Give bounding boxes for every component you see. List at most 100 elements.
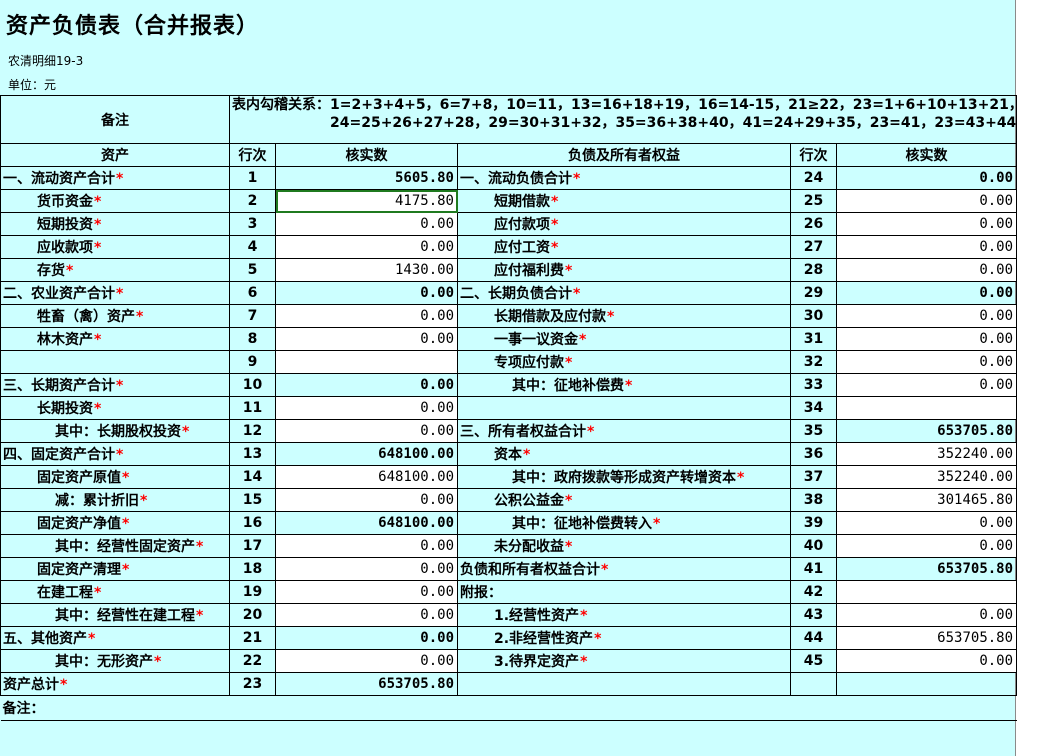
left-value-cell[interactable]: 4175.80	[275, 189, 458, 213]
right-value-cell[interactable]	[835, 672, 1018, 696]
required-star-icon: *	[594, 631, 602, 647]
left-value-cell[interactable]: 1430.00	[275, 258, 458, 282]
left-value-cell[interactable]: 0.00	[275, 304, 458, 328]
right-value-cell[interactable]: 0.00	[835, 258, 1018, 282]
left-value-cell[interactable]: 648100.00	[275, 465, 458, 489]
right-value-cell[interactable]: 352240.00	[835, 465, 1018, 489]
required-star-icon: *	[94, 585, 102, 601]
right-value-cell: 0.00	[835, 166, 1018, 190]
right-value-cell[interactable]: 0.00	[835, 511, 1018, 535]
left-value-cell[interactable]: 0.00	[275, 649, 458, 673]
table-row: 其中：长期股权投资* 12 0.00 三、所有者权益合计* 35 653705.80	[0, 419, 1018, 443]
right-value-cell[interactable]: 0.00	[835, 304, 1018, 328]
left-value-cell[interactable]	[275, 350, 458, 374]
table-row: 9 专项应付款* 32 0.00	[0, 350, 1018, 374]
right-value-cell[interactable]: 0.00	[835, 327, 1018, 351]
left-item-label: 其中：无形资产*	[0, 649, 230, 673]
footer-note-cell[interactable]: 备注：	[0, 695, 1017, 721]
left-item-label: 其中：长期股权投资*	[0, 419, 230, 443]
right-value-cell[interactable]: 0.00	[835, 235, 1018, 259]
required-star-icon: *	[196, 608, 204, 624]
right-value-cell[interactable]: 0.00	[835, 603, 1018, 627]
left-value-cell[interactable]: 0.00	[275, 557, 458, 581]
left-line-number: 22	[229, 649, 276, 673]
right-item-label: 应付工资*	[457, 235, 791, 259]
left-value-cell[interactable]: 0.00	[275, 534, 458, 558]
required-star-icon: *	[94, 332, 102, 348]
left-item-label: 长期投资*	[0, 396, 230, 420]
left-line-number: 15	[229, 488, 276, 512]
right-value-cell[interactable]: 0.00	[835, 350, 1018, 374]
check-rules-note[interactable]: 表内勾稽关系：1=2+3+4+5，6=7+8，10=11，13=16+18+19…	[228, 95, 1018, 144]
right-value-cell[interactable]: 0.00	[835, 649, 1018, 673]
left-value-cell: 5605.80	[275, 166, 458, 190]
left-item-label: 牲畜（禽）资产*	[0, 304, 230, 328]
left-value-cell: 648100.00	[275, 511, 458, 535]
right-item-text: 其中：征地补偿费	[512, 378, 624, 394]
header-value-left: 核实数	[275, 143, 458, 167]
right-value-cell[interactable]: 653705.80	[835, 626, 1018, 650]
left-value-cell[interactable]: 0.00	[275, 488, 458, 512]
right-value-cell[interactable]	[835, 396, 1018, 420]
left-value-cell[interactable]: 0.00	[275, 212, 458, 236]
balance-sheet-table: 备注 表内勾稽关系：1=2+3+4+5，6=7+8，10=11，13=16+18…	[0, 95, 1018, 721]
left-line-number: 7	[229, 304, 276, 328]
right-item-label: 短期借款*	[457, 189, 791, 213]
right-line-number: 28	[790, 258, 837, 282]
right-item-text: 2.非经营性资产	[494, 631, 594, 647]
required-star-icon: *	[116, 286, 124, 302]
table-row: 货币资金* 2 4175.80 短期借款* 25 0.00	[0, 189, 1018, 213]
right-value-cell[interactable]: 301465.80	[835, 488, 1018, 512]
left-value-cell[interactable]: 0.00	[275, 580, 458, 604]
right-line-number: 41	[790, 557, 837, 581]
left-item-text: 二、农业资产合计	[3, 286, 115, 302]
right-value-cell[interactable]: 0.00	[835, 373, 1018, 397]
required-star-icon: *	[94, 194, 102, 210]
left-item-label: 其中：经营性在建工程*	[0, 603, 230, 627]
left-line-number: 1	[229, 166, 276, 190]
left-value-cell[interactable]: 0.00	[275, 603, 458, 627]
left-item-label: 其中：经营性固定资产*	[0, 534, 230, 558]
right-item-text: 1.经营性资产	[494, 608, 580, 624]
left-value-cell: 0.00	[275, 626, 458, 650]
table-row: 一、流动资产合计* 1 5605.80 一、流动负债合计* 24 0.00	[0, 166, 1018, 190]
right-item-text: 未分配收益	[494, 539, 564, 555]
left-item-label: 固定资产清理*	[0, 557, 230, 581]
right-item-text: 负债和所有者权益合计	[460, 562, 600, 578]
left-item-text: 在建工程	[37, 585, 93, 601]
left-line-number: 3	[229, 212, 276, 236]
right-line-number: 30	[790, 304, 837, 328]
right-line-number: 24	[790, 166, 837, 190]
note-row: 备注 表内勾稽关系：1=2+3+4+5，6=7+8，10=11，13=16+18…	[0, 95, 1018, 144]
table-row: 短期投资* 3 0.00 应付款项* 26 0.00	[0, 212, 1018, 236]
right-line-number: 37	[790, 465, 837, 489]
left-item-text: 牲畜（禽）资产	[37, 309, 135, 325]
table-row: 固定资产原值* 14 648100.00 其中：政府拨款等形成资产转增资本* 37 352…	[0, 465, 1018, 489]
right-item-text: 三、所有者权益合计	[460, 424, 586, 440]
table-row: 其中：无形资产* 22 0.00 3.待界定资产* 45 0.00	[0, 649, 1018, 673]
right-item-label: 其中：政府拨款等形成资产转增资本*	[457, 465, 791, 489]
left-line-number: 8	[229, 327, 276, 351]
left-value-cell[interactable]: 0.00	[275, 396, 458, 420]
required-star-icon: *	[116, 447, 124, 463]
unit-label: 单位：元	[8, 78, 57, 92]
left-line-number: 16	[229, 511, 276, 535]
required-star-icon: *	[94, 401, 102, 417]
right-value-cell[interactable]: 0.00	[835, 534, 1018, 558]
right-value-cell[interactable]: 0.00	[835, 189, 1018, 213]
left-value-cell: 0.00	[275, 373, 458, 397]
left-value-cell[interactable]: 0.00	[275, 235, 458, 259]
right-item-label	[457, 396, 791, 420]
right-value-cell[interactable]: 0.00	[835, 212, 1018, 236]
right-line-number: 27	[790, 235, 837, 259]
left-value-cell[interactable]: 0.00	[275, 419, 458, 443]
left-item-label: 货币资金*	[0, 189, 230, 213]
right-line-number: 33	[790, 373, 837, 397]
right-value-cell[interactable]: 352240.00	[835, 442, 1018, 466]
right-value-cell[interactable]	[835, 580, 1018, 604]
left-value-cell[interactable]: 0.00	[275, 327, 458, 351]
check-rules-line-1: 表内勾稽关系：1=2+3+4+5，6=7+8，10=11，13=16+18+19…	[232, 97, 1017, 113]
header-value-right: 核实数	[835, 143, 1018, 167]
required-star-icon: *	[565, 493, 573, 509]
spreadsheet-sheet: 资产负债表（合并报表） 农清明细19-3 单位：元 备注 表内勾稽关系：1=2+…	[0, 0, 1018, 756]
